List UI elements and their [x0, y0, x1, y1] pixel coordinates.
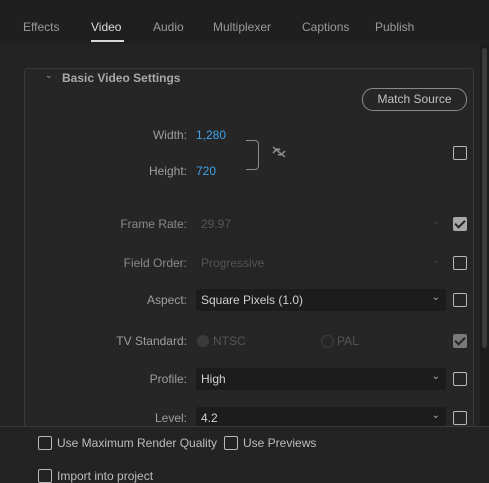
field-order-select: Progressive ⌄: [196, 252, 446, 274]
frame-rate-match-checkbox[interactable]: [453, 217, 467, 231]
aspect-value: Square Pixels (1.0): [201, 293, 304, 307]
field-order-match-checkbox[interactable]: [453, 256, 467, 270]
match-source-button[interactable]: Match Source: [362, 88, 467, 111]
import-into-project-label[interactable]: Import into project: [57, 469, 153, 483]
height-label: Height:: [148, 164, 187, 178]
bottom-options: Use Maximum Render Quality Use Previews …: [0, 426, 489, 483]
tab-bar: Effects Video Audio Multiplexer Captions…: [0, 0, 489, 44]
scrollbar-thumb[interactable]: [482, 48, 487, 348]
field-order-label: Field Order:: [123, 256, 187, 270]
dimension-link-bracket: [246, 140, 259, 170]
chevron-down-icon: ⌄: [431, 216, 440, 227]
profile-label: Profile:: [149, 372, 187, 386]
active-tab-indicator: [91, 40, 124, 42]
width-height-match-checkbox[interactable]: [453, 146, 467, 160]
profile-match-checkbox[interactable]: [453, 372, 467, 386]
tab-publish[interactable]: Publish: [375, 20, 414, 34]
pal-label: PAL: [337, 334, 359, 348]
tab-video[interactable]: Video: [91, 20, 121, 34]
import-into-project-checkbox[interactable]: [38, 469, 52, 483]
ntsc-radio: [197, 335, 209, 347]
profile-value: High: [201, 372, 226, 386]
width-value[interactable]: 1,280: [196, 128, 226, 142]
tab-multiplexer[interactable]: Multiplexer: [213, 20, 271, 34]
level-value: 4.2: [201, 411, 218, 425]
aspect-match-checkbox[interactable]: [453, 293, 467, 307]
level-label: Level:: [154, 411, 187, 425]
scrollbar[interactable]: [480, 44, 489, 426]
tv-standard-match-checkbox[interactable]: [453, 334, 467, 348]
max-render-quality-label[interactable]: Use Maximum Render Quality: [57, 436, 217, 450]
section-title[interactable]: Basic Video Settings: [62, 71, 180, 85]
tab-audio[interactable]: Audio: [153, 20, 184, 34]
use-previews-label[interactable]: Use Previews: [243, 436, 316, 450]
field-order-value: Progressive: [201, 256, 265, 270]
pal-radio: [321, 335, 334, 348]
max-render-quality-checkbox[interactable]: [38, 436, 52, 450]
frame-rate-label: Frame Rate:: [120, 217, 187, 231]
ntsc-label: NTSC: [213, 334, 246, 348]
aspect-label: Aspect:: [146, 293, 187, 307]
width-label: Width:: [152, 128, 187, 142]
chain-unlink-icon[interactable]: [270, 144, 288, 160]
use-previews-checkbox[interactable]: [224, 436, 238, 450]
frame-rate-select: 29.97 ⌄: [196, 213, 446, 235]
tv-standard-label: TV Standard:: [116, 334, 187, 348]
level-select[interactable]: 4.2 ⌄: [196, 407, 446, 426]
aspect-select[interactable]: Square Pixels (1.0) ⌄: [196, 289, 446, 311]
tab-effects[interactable]: Effects: [23, 20, 59, 34]
level-match-checkbox[interactable]: [453, 411, 467, 425]
video-settings-panel: ⌄ Basic Video Settings Match Source Widt…: [0, 44, 480, 426]
chevron-down-icon: ⌄: [431, 371, 440, 382]
profile-select[interactable]: High ⌄: [196, 368, 446, 390]
frame-rate-value: 29.97: [201, 217, 232, 231]
chevron-down-icon: ⌄: [431, 410, 440, 421]
tab-captions[interactable]: Captions: [302, 20, 349, 34]
height-value[interactable]: 720: [196, 164, 216, 178]
chevron-down-icon[interactable]: ⌄: [45, 70, 53, 81]
chevron-down-icon: ⌄: [431, 255, 440, 266]
chevron-down-icon: ⌄: [431, 292, 440, 303]
